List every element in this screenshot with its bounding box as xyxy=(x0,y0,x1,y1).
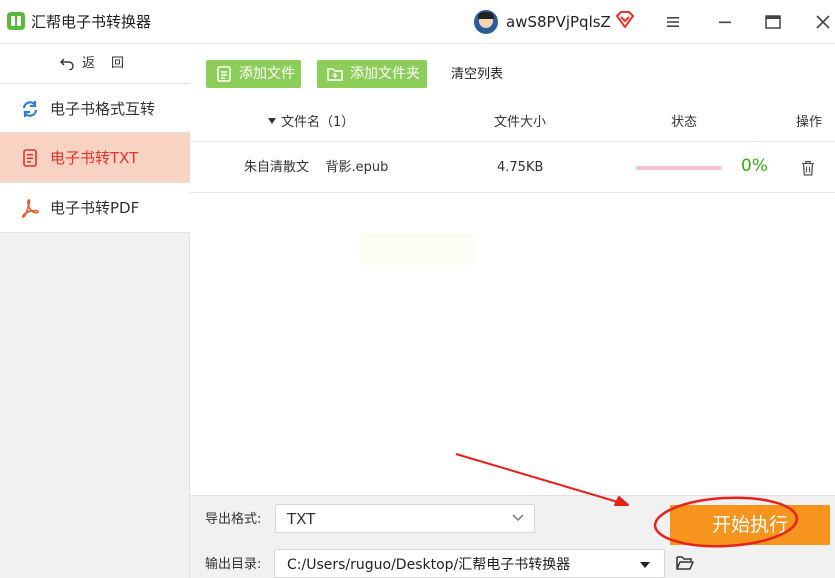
username[interactable]: awS8PVjPqlsZ xyxy=(506,12,611,32)
bottom-panel: 导出格式: TXT 输出目录: C:/Users/ruguo/Desktop/汇… xyxy=(190,495,835,578)
format-label: 导出格式: xyxy=(205,512,262,527)
caret-down-icon xyxy=(640,562,650,568)
add-folder-label: 添加文件夹 xyxy=(350,66,420,82)
table-row[interactable]: 朱自清散文 背影.epub 4.75KB 0% xyxy=(190,142,835,193)
sidebar-item-to-pdf[interactable]: 电子书转PDF xyxy=(0,183,190,233)
sidebar: 返回 电子书格式互转 电子书转TXT 电子书转PDF xyxy=(0,44,190,578)
column-filename-label: 文件名（1） xyxy=(281,115,355,130)
format-value: TXT xyxy=(287,510,316,528)
maximize-icon[interactable] xyxy=(762,12,784,32)
sidebar-item-to-txt[interactable]: 电子书转TXT xyxy=(0,133,190,183)
file-name: 朱自清散文 背影.epub xyxy=(244,160,389,175)
output-dir-label: 输出目录: xyxy=(205,557,262,572)
add-file-icon xyxy=(217,66,231,82)
sidebar-item-label: 电子书格式互转 xyxy=(50,100,156,118)
clear-list-button[interactable]: 清空列表 xyxy=(451,66,503,84)
title-bar: 汇帮电子书转换器 awS8PVjPqlsZ xyxy=(0,0,835,44)
back-arrow-icon xyxy=(60,58,74,70)
start-button[interactable]: 开始执行 xyxy=(670,505,830,545)
sidebar-item-format-convert[interactable]: 电子书格式互转 xyxy=(0,84,190,133)
refresh-icon xyxy=(22,101,38,117)
document-icon xyxy=(23,149,37,167)
empty-placeholder xyxy=(360,233,476,265)
column-filename[interactable]: 文件名（1） xyxy=(268,114,354,132)
column-size: 文件大小 xyxy=(494,115,547,130)
sidebar-item-label: 电子书转PDF xyxy=(50,199,140,217)
add-file-button[interactable]: 添加文件 xyxy=(206,60,301,88)
file-size: 4.75KB xyxy=(497,160,544,175)
sort-down-icon xyxy=(268,118,276,124)
output-dir-value: C:/Users/ruguo/Desktop/汇帮电子书转换器 xyxy=(287,557,571,573)
folder-open-icon[interactable] xyxy=(676,556,694,570)
add-folder-icon xyxy=(327,68,343,81)
avatar[interactable] xyxy=(474,10,498,34)
trash-icon[interactable] xyxy=(801,160,815,176)
progress-bar xyxy=(636,166,722,170)
vip-diamond-icon[interactable] xyxy=(615,11,635,29)
file-list-area xyxy=(190,193,835,495)
app-logo-icon xyxy=(7,12,25,30)
menu-icon[interactable] xyxy=(662,12,684,32)
add-file-label: 添加文件 xyxy=(239,66,295,82)
column-status: 状态 xyxy=(671,115,698,130)
progress-percent: 0% xyxy=(741,156,768,176)
close-icon[interactable] xyxy=(812,12,834,32)
file-table-header: 文件名（1） 文件大小 状态 操作 xyxy=(190,100,835,142)
app-title: 汇帮电子书转换器 xyxy=(31,13,152,31)
minimize-icon[interactable] xyxy=(714,12,736,32)
format-select[interactable]: TXT xyxy=(275,504,535,533)
toolbar: 添加文件 添加文件夹 清空列表 xyxy=(190,44,835,100)
add-folder-button[interactable]: 添加文件夹 xyxy=(317,60,427,88)
back-button[interactable]: 返回 xyxy=(0,44,190,84)
chevron-down-icon xyxy=(512,514,524,522)
output-dir-select[interactable]: C:/Users/ruguo/Desktop/汇帮电子书转换器 xyxy=(274,549,665,578)
back-label: 返回 xyxy=(82,56,141,71)
sidebar-item-label: 电子书转TXT xyxy=(50,149,139,167)
pdf-icon xyxy=(21,199,39,218)
column-action: 操作 xyxy=(796,115,823,130)
